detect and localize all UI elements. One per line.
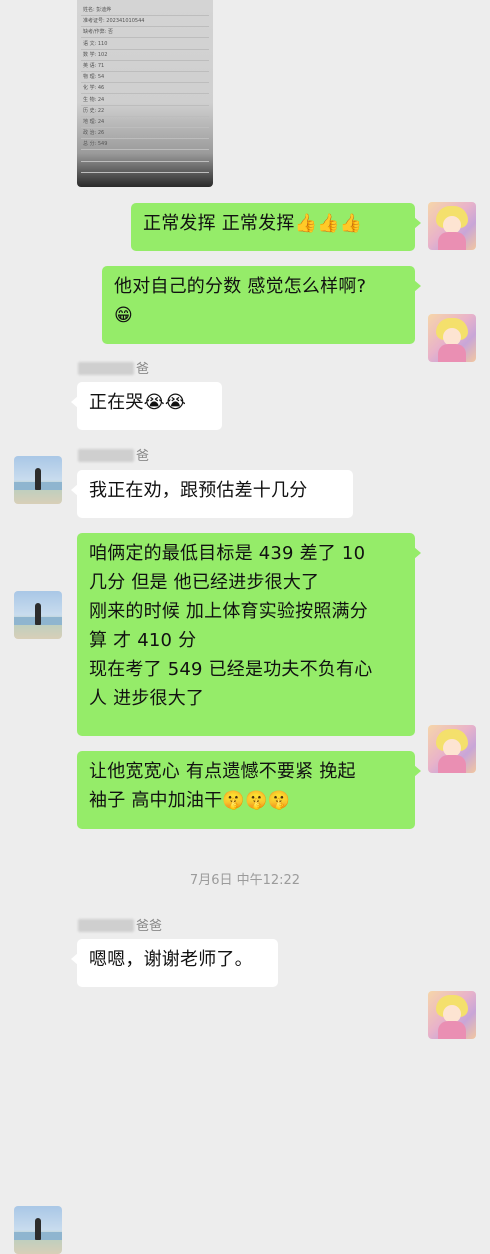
sender-name: 爸 [78,362,149,378]
message-bubble[interactable]: 我正在劝，跟预估差十几分 [71,470,353,518]
score-row-divider [81,115,209,117]
score-row-divider [81,59,209,61]
message-text: 正常发挥 正常发挥 [143,213,295,234]
message-text: 我正在劝，跟预估差十几分 [89,480,308,501]
message-line: 刚来的时候 加上体育实验按照满分 [89,601,368,622]
score-row: 姓名: 彭迪烨 [83,7,112,13]
message-bubble[interactable]: 嗯嗯，谢谢老师了。 [71,939,278,987]
score-row: 历 史: 22 [83,107,105,114]
message-line: 人 进步很大了 [89,688,205,709]
my-avatar[interactable] [428,725,476,773]
score-row-divider [81,37,209,39]
score-row: 生 物: 24 [83,96,105,103]
message-line: 几分 但是 他已经进步很大了 [89,572,320,593]
score-row: 地 理: 24 [83,119,105,125]
score-row: 英 语: 71 [83,63,105,69]
message-line: 咱俩定的最低目标是 439 差了 10 [89,543,366,564]
score-row-divider [81,104,209,106]
score-row: 物 理: 54 [83,74,105,81]
message-text: 正在哭 [89,392,144,413]
message-bubble[interactable]: 正在哭😭😭 [71,382,222,430]
score-row-divider [81,82,209,84]
message-bubble[interactable]: 他对自己的分数 感觉怎么样啊? 😁 [102,266,421,344]
message-line: 袖子 高中加油干 [89,790,223,811]
message-bubble[interactable]: 咱俩定的最低目标是 439 差了 10 几分 但是 他已经进步很大了 刚来的时候… [77,533,421,736]
my-avatar[interactable] [428,202,476,250]
sender-name: 爸爸 [78,919,162,935]
score-row: 总 分: 549 [83,141,108,148]
score-row-divider [81,15,209,16]
score-row-divider [81,48,209,50]
crying-emoji: 😭😭 [143,392,187,413]
score-row: 缺考/作弊: 否 [83,29,113,36]
message-line: 现在考了 549 已经是功夫不负有心 [89,659,373,680]
score-row-divider [81,149,209,151]
score-row-divider [81,26,209,28]
contact-avatar[interactable] [14,1206,62,1254]
thumbs-up-emoji: 👍👍👍 [294,213,363,234]
score-row-divider [81,127,209,128]
score-row: 化 学: 46 [83,85,105,92]
score-row-divider [81,138,209,140]
score-row: 准考证号: 202341010544 [83,18,145,25]
sender-name: 爸 [78,449,149,465]
score-row-divider [81,93,209,95]
shush-emoji: 🤫🤫🤫 [222,790,291,811]
score-row: 政 治: 26 [83,130,105,137]
message-line: 算 才 410 分 [89,630,197,651]
message-bubble[interactable]: 让他宽宽心 有点遗憾不要紧 挽起 袖子 高中加油干🤫🤫🤫 [77,751,421,829]
message-bubble[interactable]: 正常发挥 正常发挥👍👍👍 [131,203,421,251]
score-row-divider [81,71,209,72]
score-row: 数 学: 102 [83,51,108,58]
score-row: 语 文: 110 [83,40,108,47]
score-row-divider [81,171,209,173]
score-sheet-photo[interactable]: 姓名: 彭迪烨准考证号: 202341010544 缺考/作弊: 否语 文: 11… [77,0,213,187]
message-timestamp: 7月6日 中午12:22 [189,873,301,888]
message-line: 让他宽宽心 有点遗憾不要紧 挽起 [89,761,356,782]
my-avatar[interactable] [428,314,476,362]
message-text: 嗯嗯，谢谢老师了。 [89,949,253,970]
grin-emoji: 😁 [114,305,133,326]
contact-avatar[interactable] [14,591,62,639]
message-text: 他对自己的分数 感觉怎么样啊? [114,276,367,297]
score-row-divider [81,160,209,162]
my-avatar[interactable] [428,991,476,1039]
contact-avatar[interactable] [14,456,62,504]
